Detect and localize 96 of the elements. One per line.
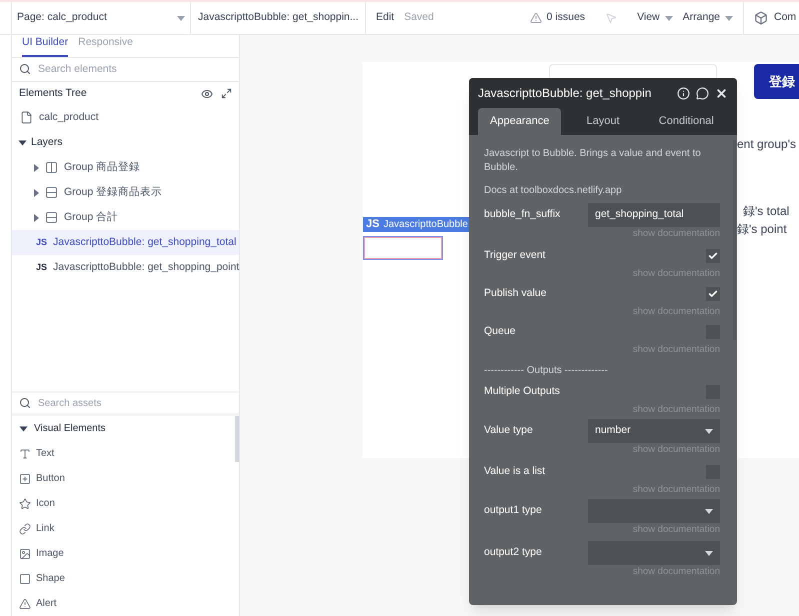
caret-icon[interactable] bbox=[20, 426, 28, 431]
expand-icon[interactable] bbox=[221, 88, 232, 99]
asset-item[interactable]: Alert bbox=[12, 591, 239, 616]
eye-icon[interactable] bbox=[201, 88, 213, 100]
comment-icon[interactable] bbox=[696, 86, 709, 100]
tree-item[interactable]: Group 商品登録 bbox=[12, 155, 239, 180]
tree-item-label: Layers bbox=[31, 134, 63, 150]
tree-item[interactable]: JS JavascripttoBubble: get_shopping_total bbox=[12, 230, 239, 256]
asset-item[interactable]: Button bbox=[12, 466, 239, 491]
tree-item-label: Group 登録商品表示 bbox=[64, 184, 162, 200]
section-divider-label: ------------ Outputs ------------- bbox=[484, 364, 609, 378]
element-dropdown[interactable]: JavascripttoBubble: get_shoppin... bbox=[191, 2, 366, 34]
popup-tab[interactable]: Layout bbox=[561, 108, 645, 135]
asset-item[interactable]: Text bbox=[12, 441, 239, 466]
tree-item-label: calc_product bbox=[39, 110, 99, 125]
js-icon: JS bbox=[36, 261, 48, 275]
field-label: Value is a list bbox=[484, 464, 546, 480]
search-field[interactable]: Search assets bbox=[38, 396, 232, 411]
asset-item[interactable]: Shape bbox=[12, 566, 239, 591]
field-label: Value type bbox=[484, 423, 533, 438]
docs-text: Docs at toolboxdocs.netlify.app bbox=[484, 184, 623, 198]
field-label: Trigger event bbox=[484, 248, 546, 264]
tree-item-label: Group 商品登録 bbox=[64, 160, 140, 175]
selected-element[interactable] bbox=[363, 236, 443, 260]
panel-tab[interactable]: UI Builder bbox=[22, 35, 68, 57]
warning-icon bbox=[530, 12, 542, 24]
popup-tab[interactable]: Conditional bbox=[644, 108, 728, 135]
page-dropdown[interactable]: Page: calc_product bbox=[12, 2, 191, 34]
caret-icon[interactable] bbox=[34, 164, 39, 172]
check-icon bbox=[708, 289, 718, 299]
description-text: Javascript to Bubble. Brings a value and event to Bubble. bbox=[484, 147, 702, 175]
columns-icon bbox=[45, 161, 58, 174]
text-icon bbox=[19, 448, 31, 460]
field-label: Multiple Outputs bbox=[484, 384, 560, 400]
star-icon bbox=[19, 498, 31, 510]
square-icon bbox=[19, 572, 31, 584]
caret-icon[interactable] bbox=[34, 188, 39, 197]
caret-icon[interactable] bbox=[18, 140, 26, 146]
components-label[interactable]: Com bbox=[774, 10, 796, 26]
checkbox[interactable] bbox=[706, 287, 720, 301]
tree-item[interactable]: Group 登録商品表示 bbox=[12, 180, 239, 206]
field-label: Publish value bbox=[484, 286, 546, 302]
saved-status: Saved bbox=[404, 10, 434, 26]
caret-icon[interactable] bbox=[34, 214, 39, 222]
caret-icon bbox=[705, 508, 713, 514]
canvas-text: 録's total bbox=[743, 203, 790, 220]
tree-item[interactable]: Group 合計 bbox=[12, 205, 239, 230]
rows-icon bbox=[45, 211, 58, 224]
tree-item[interactable]: Layers bbox=[12, 130, 239, 156]
cube-icon[interactable] bbox=[754, 11, 768, 25]
field-label: Queue bbox=[484, 324, 516, 340]
js-icon: JS bbox=[36, 236, 48, 250]
caret-icon bbox=[705, 550, 713, 556]
tree-item-label: JavascripttoBubble: get_shopping_total bbox=[53, 234, 236, 250]
popup-title: JavascripttoBubble: get_shoppin bbox=[478, 85, 652, 102]
button-icon bbox=[19, 472, 31, 484]
page-icon bbox=[20, 111, 33, 124]
checkbox[interactable] bbox=[706, 249, 720, 263]
tree-title: Elements Tree bbox=[19, 86, 87, 101]
link-icon bbox=[19, 522, 31, 534]
search-icon bbox=[19, 397, 31, 410]
asset-item[interactable]: Link bbox=[12, 516, 239, 541]
tree-item[interactable]: JS JavascripttoBubble: get_shopping_point bbox=[12, 255, 239, 280]
canvas-text: ent group's bbox=[737, 136, 796, 153]
asset-item[interactable]: Image bbox=[12, 541, 239, 566]
section-header[interactable]: Visual Elements bbox=[12, 416, 239, 441]
search-field[interactable]: Search elements bbox=[38, 62, 232, 78]
menu-button[interactable]: View bbox=[637, 10, 673, 26]
scrollbar[interactable] bbox=[235, 416, 239, 462]
search-icon bbox=[19, 63, 31, 76]
issues-button[interactable]: 0 issues bbox=[546, 10, 586, 26]
menu-button[interactable]: Arrange bbox=[682, 10, 733, 26]
caret-icon bbox=[725, 16, 733, 20]
caret-icon bbox=[705, 428, 713, 434]
text-field[interactable]: get_shopping_total bbox=[588, 203, 720, 227]
edit-button[interactable]: Edit bbox=[376, 10, 394, 26]
rows-icon bbox=[45, 186, 58, 200]
tree-item-label: JavascripttoBubble: get_shopping_point bbox=[53, 260, 240, 275]
info-icon[interactable] bbox=[677, 86, 690, 100]
field-label: bubble_fn_suffix bbox=[484, 207, 560, 222]
asset-item[interactable]: Icon bbox=[12, 491, 239, 516]
close-icon[interactable] bbox=[715, 86, 728, 100]
field-label: output2 type bbox=[484, 545, 542, 560]
warning-icon bbox=[19, 598, 31, 610]
popup-tab[interactable]: Appearance bbox=[478, 108, 562, 135]
image-icon bbox=[19, 548, 31, 560]
dropdown[interactable]: number bbox=[588, 419, 720, 443]
register-button[interactable]: 登録 bbox=[754, 64, 799, 99]
field-label: output1 type bbox=[484, 503, 542, 518]
scrollbar[interactable] bbox=[733, 140, 736, 340]
caret-icon bbox=[177, 16, 185, 20]
caret-icon bbox=[664, 16, 673, 20]
check-icon bbox=[708, 251, 718, 261]
canvas-text: 録's point bbox=[737, 221, 787, 238]
tree-item-label: Group 合計 bbox=[64, 210, 118, 225]
tree-item[interactable]: calc_product bbox=[12, 105, 239, 130]
